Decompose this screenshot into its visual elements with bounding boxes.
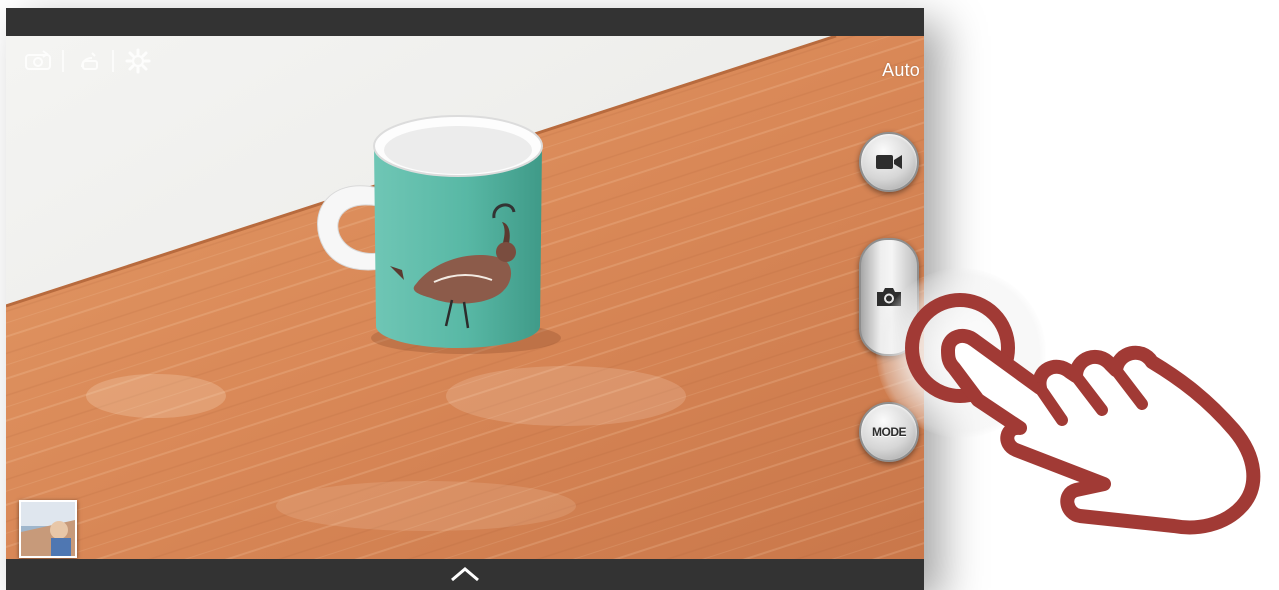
mode-button[interactable]: MODE bbox=[859, 402, 919, 462]
gallery-thumbnail[interactable] bbox=[19, 500, 77, 558]
tapping-hand-icon bbox=[905, 293, 1261, 535]
viewfinder-scene bbox=[6, 36, 924, 559]
expand-button[interactable] bbox=[448, 564, 482, 584]
top-status-bar bbox=[6, 8, 924, 36]
mode-icon: MODE bbox=[872, 425, 907, 439]
video-record-button[interactable] bbox=[859, 132, 919, 192]
flash-toggle[interactable] bbox=[70, 47, 106, 75]
shooting-mode-label: Auto bbox=[882, 60, 920, 80]
gallery-preview-image bbox=[21, 502, 75, 556]
flash-icon bbox=[81, 52, 98, 70]
self-portrait-toggle[interactable] bbox=[20, 47, 56, 75]
settings-separator bbox=[62, 50, 64, 72]
bottom-bar bbox=[6, 559, 924, 590]
shutter-button[interactable] bbox=[859, 238, 919, 356]
self-portrait-icon bbox=[25, 50, 51, 70]
quick-settings-bar bbox=[20, 46, 156, 76]
settings-button[interactable] bbox=[120, 47, 156, 75]
video-camera-icon bbox=[876, 155, 902, 169]
settings-gear-icon bbox=[125, 48, 151, 74]
camera-icon bbox=[877, 288, 901, 306]
chevron-up-icon bbox=[451, 567, 479, 582]
settings-separator bbox=[112, 50, 114, 72]
camera-viewfinder[interactable]: Auto MODE bbox=[6, 36, 924, 559]
